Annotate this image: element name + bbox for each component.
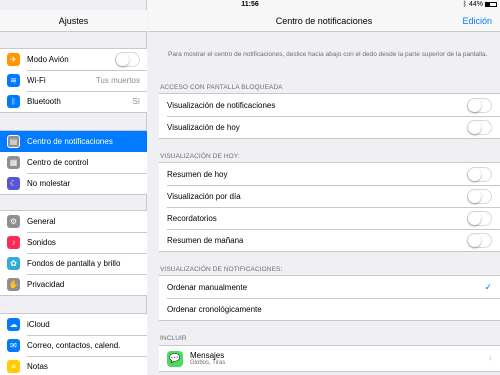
sidebar-item-label: Fondos de pantalla y brillo: [27, 259, 121, 268]
row-label: Visualización de hoy: [167, 122, 240, 132]
toggle-knob: [468, 233, 481, 247]
row-label: Ordenar manualmente: [167, 282, 248, 292]
sidebar-item-label: Notas: [27, 362, 48, 371]
today-summary-row[interactable]: Resumen de hoy: [159, 163, 500, 185]
do-not-disturb-icon: ☾: [7, 177, 20, 190]
airplane-icon: ✈: [7, 53, 20, 66]
tomorrow-summary-row[interactable]: Resumen de mañana: [159, 229, 500, 251]
toggle-knob: [468, 189, 481, 203]
notif-sort-group: Ordenar manualmente ✓ Ordenar cronológic…: [159, 275, 500, 321]
tomorrow-summary-toggle[interactable]: [467, 232, 492, 248]
toggle-knob: [468, 98, 481, 112]
today-view-group: Resumen de hoy Visualización por día Rec…: [159, 162, 500, 252]
chevron-right-icon: ›: [488, 353, 492, 364]
edit-button[interactable]: Edición: [462, 10, 492, 32]
notif-view-section-label: VISUALIZACIÓN DE NOTIFICACIONES:: [160, 266, 283, 273]
include-group: 💬 Mensajes Globos, Tiras ›: [159, 345, 500, 372]
sidebar-item-icloud[interactable]: ☁ iCloud: [0, 314, 147, 335]
privacy-hand-icon: ✋: [7, 278, 20, 291]
app-subtitle: Globos, Tiras: [190, 360, 226, 366]
checkmark-icon: ✓: [484, 281, 492, 292]
sidebar-item-general[interactable]: ⚙ General: [0, 211, 147, 232]
today-view-row[interactable]: Visualización de hoy: [159, 116, 500, 138]
today-section-label: VISUALIZACIÓN DE HOY:: [160, 153, 240, 160]
sidebar-item-value: Sí: [132, 97, 140, 106]
day-view-toggle[interactable]: [467, 188, 492, 204]
icloud-icon: ☁: [7, 318, 20, 331]
sidebar-item-centro-de-control[interactable]: ▦ Centro de control: [0, 152, 147, 173]
main-header: Centro de notificaciones Edición: [148, 10, 500, 32]
sidebar-item-privacidad[interactable]: ✋ Privacidad: [0, 274, 147, 295]
sidebar-item-label: Privacidad: [27, 280, 65, 289]
gear-icon: ⚙: [7, 215, 20, 228]
reminders-toggle[interactable]: [467, 210, 492, 226]
wallpaper-icon: ✿: [7, 257, 20, 270]
sidebar-item-label: Modo Avión: [27, 55, 69, 64]
row-label: Visualización por día: [167, 191, 241, 201]
today-summary-toggle[interactable]: [467, 166, 492, 182]
messages-icon: 💬: [167, 350, 183, 367]
sidebar-item-modo-avi-n[interactable]: ✈ Modo Avión: [0, 49, 147, 70]
include-section-label: INCLUIR: [160, 335, 187, 342]
sidebar-item-bluetooth[interactable]: ᛒ Bluetooth Sí: [0, 91, 147, 112]
page-title: Centro de notificaciones: [275, 16, 373, 26]
sound-icon: ♪: [7, 236, 20, 249]
toggle-knob: [116, 53, 129, 66]
mail-icon: ✉: [7, 339, 20, 352]
sidebar-item-centro-de-notificaciones[interactable]: ▤ Centro de notificaciones: [0, 131, 147, 152]
sidebar-title: Ajustes: [0, 10, 147, 32]
sidebar-item-value: Tus muertos: [95, 76, 140, 85]
lock-screen-section-label: ACCESO CON PANTALLA BLOQUEADA: [160, 84, 283, 91]
sidebar-item-label: Bluetooth: [27, 97, 61, 106]
sidebar-item-label: Correo, contactos, calend.: [27, 341, 121, 350]
row-label: Visualización de notificaciones: [167, 100, 276, 110]
row-label: Ordenar cronológicamente: [167, 304, 262, 314]
reminders-row[interactable]: Recordatorios: [159, 207, 500, 229]
sidebar-item-label: Sonidos: [27, 238, 56, 247]
today-view-toggle[interactable]: [467, 119, 492, 135]
sort-chronological-row[interactable]: Ordenar cronológicamente: [159, 298, 500, 320]
sidebar-item-fondos-de-pantalla-y-brillo[interactable]: ✿ Fondos de pantalla y brillo: [0, 253, 147, 274]
sidebar-item-label: iCloud: [27, 320, 50, 329]
sidebar-item-label: General: [27, 217, 56, 226]
notification-center-pane: Centro de notificaciones Edición Para mo…: [148, 0, 500, 375]
row-label: Resumen de mañana: [167, 235, 244, 245]
day-view-row[interactable]: Visualización por día: [159, 185, 500, 207]
bluetooth-icon: ᛒ: [7, 95, 20, 108]
toggle-knob: [468, 120, 481, 134]
row-label: Resumen de hoy: [167, 169, 228, 179]
sidebar-group: ✈ Modo Avión ≋ Wi-Fi Tus muertos ᛒ Bluetooth Sí: [0, 48, 147, 113]
app-name: Mensajes: [190, 351, 225, 360]
sidebar-item-no-molestar[interactable]: ☾ No molestar: [0, 173, 147, 194]
sidebar-item-correo-contactos-calend[interactable]: ✉ Correo, contactos, calend.: [0, 335, 147, 356]
notes-icon: ≡: [7, 360, 20, 373]
sidebar-item-label: Wi-Fi: [27, 76, 46, 85]
sidebar-item-wi-fi[interactable]: ≋ Wi-Fi Tus muertos: [0, 70, 147, 91]
control-center-icon: ▦: [7, 156, 20, 169]
toggle-knob: [468, 167, 481, 181]
airplane-mode-toggle[interactable]: [115, 52, 140, 67]
row-label: Recordatorios: [167, 213, 217, 223]
notification-center-icon: ▤: [7, 135, 20, 148]
toggle-knob: [468, 211, 481, 225]
messages-app-row[interactable]: 💬 Mensajes Globos, Tiras ›: [159, 346, 500, 371]
lock-screen-group: Visualización de notificaciones Visualiz…: [159, 93, 500, 139]
sidebar-item-label: Centro de notificaciones: [27, 137, 113, 146]
settings-sidebar: Ajustes ✈ Modo Avión ≋ Wi-Fi Tus muertos ᛒ Blu…: [0, 0, 147, 375]
sort-manual-row[interactable]: Ordenar manualmente ✓: [159, 276, 500, 298]
sidebar-group: ⚙ General ♪ Sonidos ✿ Fondos de pantalla y br…: [0, 210, 147, 296]
sidebar-group: ☁ iCloud ✉ Correo, contactos, calend. ≡ Notas: [0, 313, 147, 375]
notifications-view-toggle[interactable]: [467, 97, 492, 113]
wifi-icon: ≋: [7, 74, 20, 87]
sidebar-group: ▤ Centro de notificaciones ▦ Centro de cont…: [0, 130, 147, 195]
sidebar-item-label: Centro de control: [27, 158, 89, 167]
info-text: Para mostrar el centro de notificaciones…: [168, 51, 488, 58]
notifications-view-row[interactable]: Visualización de notificaciones: [159, 94, 500, 116]
sidebar-item-sonidos[interactable]: ♪ Sonidos: [0, 232, 147, 253]
sidebar-item-label: No molestar: [27, 179, 71, 188]
sidebar-item-notas[interactable]: ≡ Notas: [0, 356, 147, 375]
